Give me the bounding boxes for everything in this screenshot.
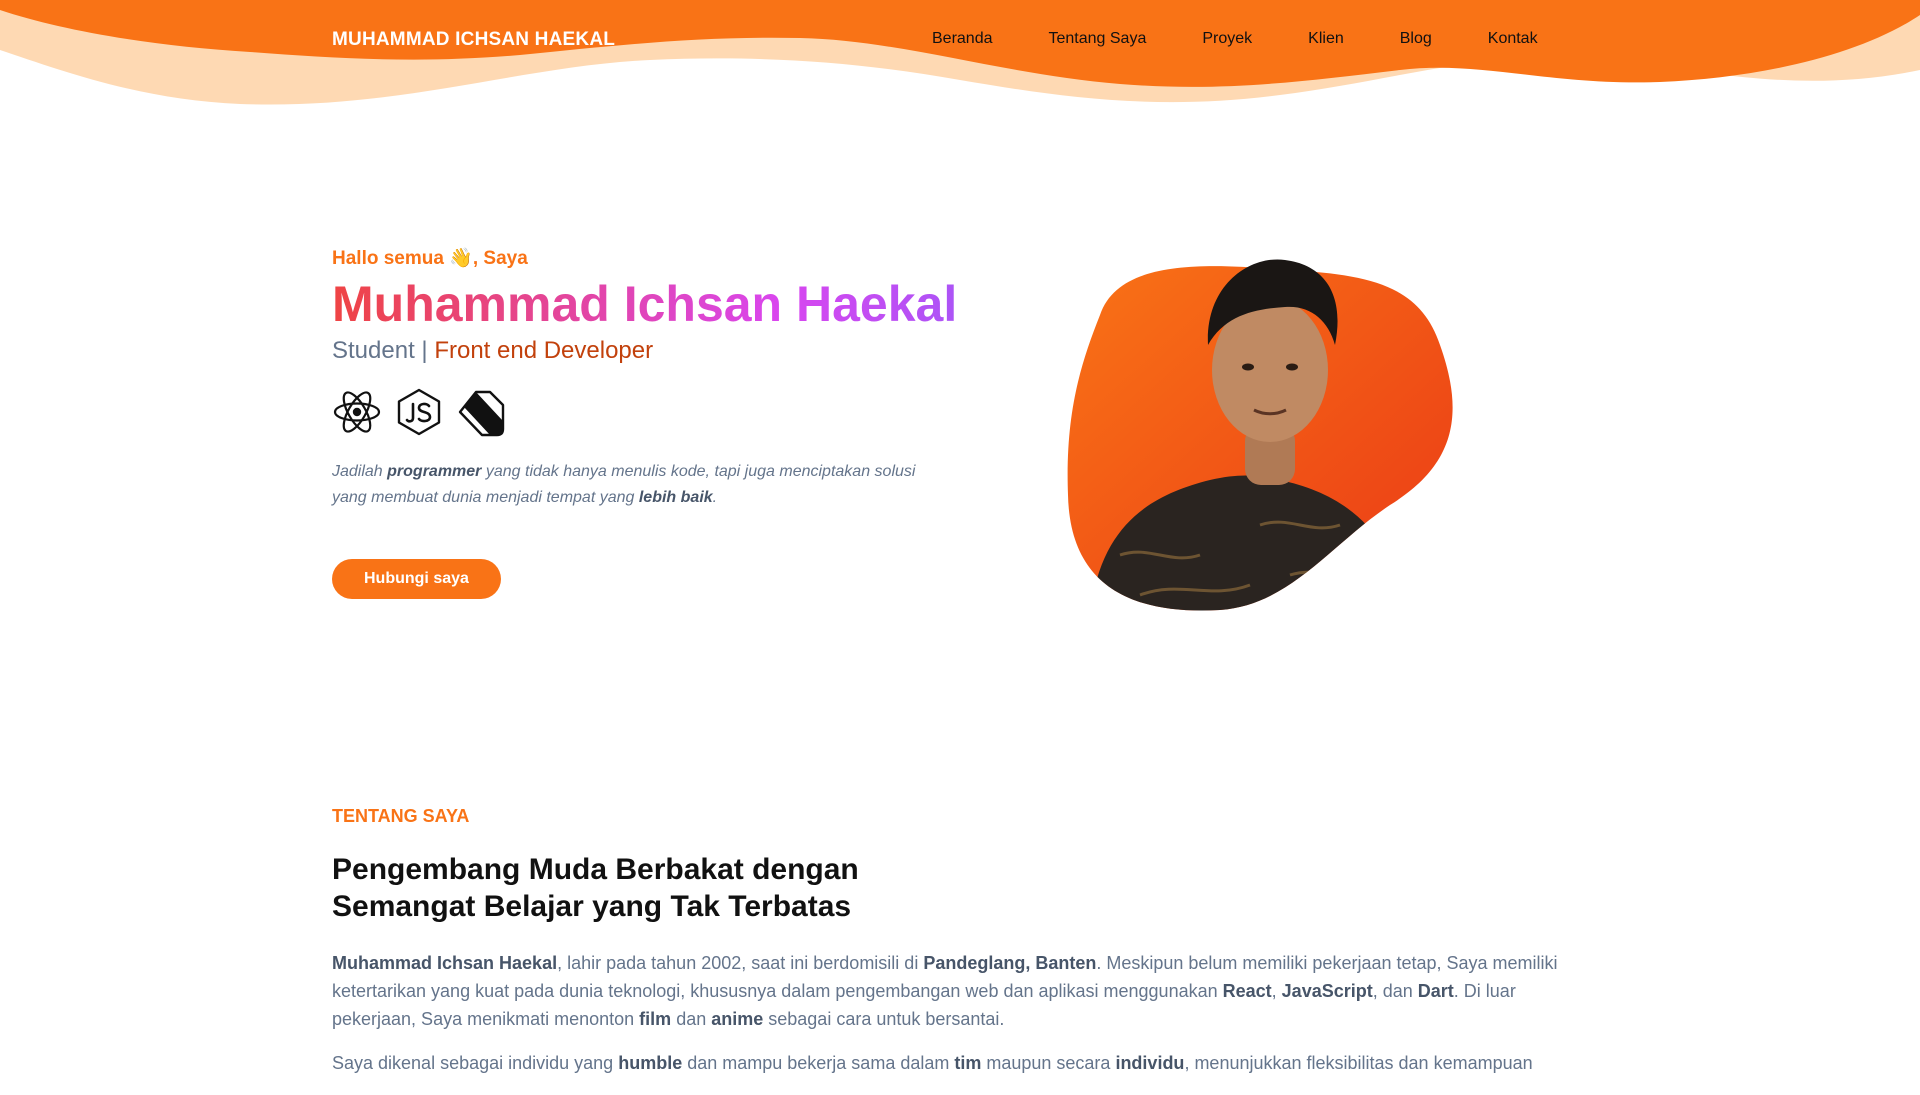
bold-text: film — [639, 1009, 672, 1029]
role-separator: | — [414, 336, 435, 364]
nodejs-icon — [394, 387, 444, 437]
site-header: MUHAMMAD ICHSAN HAEKAL Beranda Tentang S… — [0, 0, 1920, 80]
bold-text: Muhammad Ichsan Haekal — [332, 953, 558, 973]
paragraph-text: , dan — [1372, 981, 1418, 1001]
react-icon — [332, 387, 382, 437]
about-section: TENTANG SAYA Pengembang Muda Berbakat de… — [332, 806, 1572, 1095]
paragraph-text: Saya dikenal sebagai individu yang — [332, 1053, 619, 1073]
bold-text: JavaScript — [1281, 981, 1373, 1001]
bold-text: React — [1222, 981, 1272, 1001]
paragraph-text: maupun secara — [981, 1053, 1116, 1073]
quote-bold: programmer — [387, 462, 482, 480]
bold-text: anime — [711, 1009, 764, 1029]
hero-quote: Jadilah programmer yang tidak hanya menu… — [332, 459, 932, 511]
dart-icon — [456, 387, 506, 437]
role-student: Student — [332, 336, 415, 364]
quote-text: . — [712, 488, 718, 506]
contact-me-button[interactable]: Hubungi saya — [332, 558, 501, 599]
paragraph-text: , — [1271, 981, 1282, 1001]
about-title: Pengembang Muda Berbakat dengan Semangat… — [332, 853, 859, 923]
hero-greeting: Hallo semua 👋, Saya — [332, 248, 528, 269]
bold-text: Pandeglang, Banten — [923, 953, 1097, 973]
role-frontend: Front end Developer — [434, 336, 654, 364]
bold-text: humble — [618, 1053, 683, 1073]
main-nav: Beranda Tentang Saya Proyek Klien Blog K… — [932, 30, 1538, 48]
quote-text: Jadilah — [332, 462, 388, 480]
hero-name: Muhammad Ichsan Haekal — [332, 278, 972, 331]
paragraph-text: sebagai cara untuk bersantai. — [763, 1009, 1005, 1029]
bold-text: Dart — [1417, 981, 1454, 1001]
hero-section: Hallo semua 👋, Saya Muhammad Ichsan Haek… — [332, 246, 972, 599]
bold-text: tim — [954, 1053, 982, 1073]
nav-proyek[interactable]: Proyek — [1202, 30, 1252, 48]
about-paragraph-2: Saya dikenal sebagai individu yang humbl… — [332, 1049, 1572, 1077]
paragraph-text: , menunjukkan fleksibilitas dan kemampua… — [1184, 1053, 1533, 1073]
nav-beranda[interactable]: Beranda — [932, 30, 993, 48]
brand-logo[interactable]: MUHAMMAD ICHSAN HAEKAL — [332, 29, 615, 51]
nav-kontak[interactable]: Kontak — [1488, 30, 1538, 48]
profile-photo — [1067, 259, 1453, 611]
nav-tentang-saya[interactable]: Tentang Saya — [1049, 30, 1147, 48]
about-label: TENTANG SAYA — [332, 806, 470, 826]
nav-blog[interactable]: Blog — [1400, 30, 1432, 48]
paragraph-text: , lahir pada tahun 2002, saat ini berdom… — [557, 953, 924, 973]
bold-text: individu — [1115, 1053, 1185, 1073]
paragraph-text: dan — [671, 1009, 712, 1029]
tech-stack — [332, 387, 972, 437]
paragraph-text: dan mampu bekerja sama dalam — [682, 1053, 955, 1073]
hero-role: Student | Front end Developer — [332, 337, 972, 365]
quote-bold: lebih baik — [638, 488, 713, 506]
nav-klien[interactable]: Klien — [1308, 30, 1344, 48]
about-paragraph-1: Muhammad Ichsan Haekal, lahir pada tahun… — [332, 949, 1572, 1033]
